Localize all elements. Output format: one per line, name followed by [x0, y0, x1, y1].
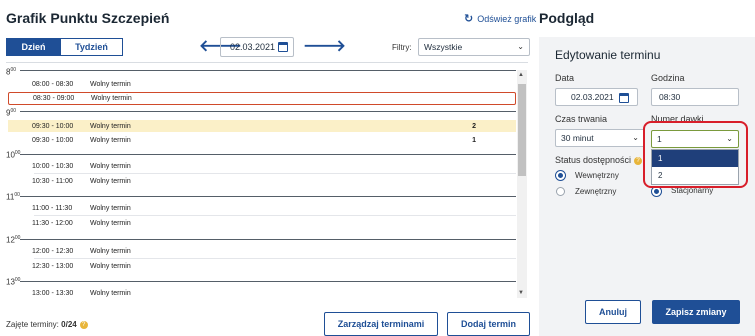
preview-title: Podgląd: [539, 10, 595, 26]
radio-internal[interactable]: [556, 171, 565, 180]
radio-external-label: Zewnętrzny: [575, 187, 617, 196]
page-title: Grafik Punktu Szczepień: [6, 10, 170, 26]
hour-divider: [20, 239, 516, 240]
schedule-grid: 800 08:00 - 08:30 Wolny termin 08:30 - 09…: [6, 62, 528, 298]
hour-label: 900: [6, 108, 17, 118]
calendar-icon[interactable]: [278, 42, 288, 52]
status-field-label: Status dostępności?: [555, 155, 643, 165]
next-day-arrow-icon[interactable]: 🡒: [303, 38, 346, 56]
refresh-label: Odśwież grafik: [477, 13, 537, 24]
time-field[interactable]: 08:30: [651, 88, 739, 106]
add-slot-button[interactable]: Dodaj termin: [447, 312, 530, 336]
hour-label: 1000: [6, 150, 21, 160]
tab-day[interactable]: Dzień: [6, 38, 61, 56]
date-picker[interactable]: 02.03.2021: [220, 37, 294, 57]
row-divider: [34, 258, 516, 259]
slot-row[interactable]: 12:30 - 13:00 Wolny termin: [8, 260, 516, 272]
hour-label: 1100: [6, 192, 20, 202]
slot-row[interactable]: 09:30 - 10:00 Wolny termin 1: [8, 134, 516, 146]
slot-row[interactable]: 09:30 - 10:00 Wolny termin 2: [8, 120, 516, 132]
duration-value: 30 minut: [561, 133, 594, 143]
slot-row[interactable]: 10:00 - 10:30 Wolny termin: [8, 160, 516, 172]
edit-card-title: Edytowanie terminu: [555, 48, 661, 62]
hour-divider: [20, 281, 516, 282]
date-field[interactable]: 02.03.2021: [555, 88, 638, 106]
occupied-slots-label: Zajęte terminy: 0/24?: [6, 320, 88, 329]
filter-value: Wszystkie: [424, 42, 463, 52]
tab-week[interactable]: Tydzień: [61, 38, 123, 56]
time-field-label: Godzina: [651, 73, 685, 83]
filter-select[interactable]: Wszystkie ⌄: [418, 38, 530, 56]
view-toggle: Dzień Tydzień: [6, 38, 123, 56]
hour-divider: [20, 111, 516, 112]
filter-label: Filtry:: [392, 43, 412, 52]
slot-row[interactable]: 11:00 - 11:30 Wolny termin: [8, 202, 516, 214]
slot-row[interactable]: 08:00 - 08:30 Wolny termin: [8, 78, 516, 90]
scroll-down-icon[interactable]: ▼: [518, 290, 524, 296]
duration-field-label: Czas trwania: [555, 114, 608, 124]
cancel-button[interactable]: Anuluj: [585, 300, 641, 324]
duration-select[interactable]: 30 minut ⌄: [555, 129, 645, 147]
slot-row[interactable]: 10:30 - 11:00 Wolny termin: [8, 175, 516, 187]
info-icon[interactable]: ?: [79, 320, 88, 329]
hour-divider: [20, 154, 516, 155]
chevron-down-icon: ⌄: [632, 133, 639, 142]
hour-divider: [20, 196, 516, 197]
hour-divider: [20, 70, 516, 71]
row-divider: [34, 215, 516, 216]
refresh-icon: ↻: [464, 13, 474, 25]
manage-slots-button[interactable]: Zarządzaj terminami: [324, 312, 438, 336]
date-value: 02.03.2021: [230, 42, 276, 52]
annotation-highlight: [643, 121, 748, 188]
scrollbar-thumb[interactable]: [518, 84, 526, 176]
radio-stationary[interactable]: [652, 187, 661, 196]
slot-row[interactable]: 12:00 - 12:30 Wolny termin: [8, 245, 516, 257]
slot-row[interactable]: 13:00 - 13:30 Wolny termin: [8, 287, 516, 298]
info-icon[interactable]: ?: [634, 156, 643, 165]
hour-label: 1300: [6, 277, 21, 287]
hour-label: 800: [6, 67, 17, 77]
slot-row-selected[interactable]: 08:30 - 09:00 Wolny termin: [8, 92, 516, 105]
row-divider: [34, 173, 516, 174]
hour-label: 1200: [6, 235, 21, 245]
date-field-value: 02.03.2021: [571, 92, 614, 102]
refresh-button[interactable]: ↻ Odśwież grafik: [464, 12, 536, 25]
radio-internal-label: Wewnętrzny: [575, 171, 619, 180]
calendar-icon[interactable]: [619, 93, 629, 103]
radio-external[interactable]: [556, 187, 565, 196]
date-field-label: Data: [555, 73, 575, 83]
chevron-down-icon: ⌄: [517, 42, 524, 51]
save-button[interactable]: Zapisz zmiany: [652, 300, 740, 324]
scroll-up-icon[interactable]: ▲: [518, 72, 524, 78]
slot-row[interactable]: 11:30 - 12:00 Wolny termin: [8, 217, 516, 229]
occupied-slots-value: 0/24: [61, 320, 77, 329]
